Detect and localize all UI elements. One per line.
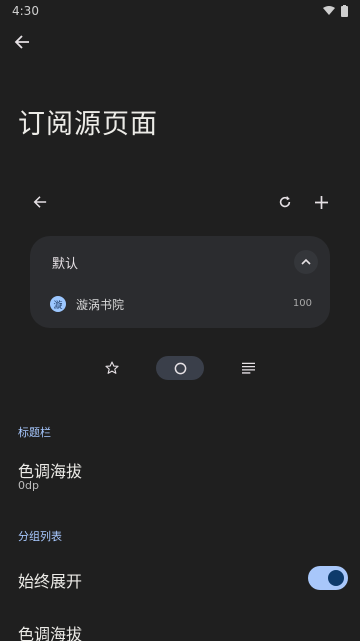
add-button[interactable] (307, 186, 335, 218)
pref-summary: 0dp (18, 479, 39, 492)
back-icon (14, 35, 29, 49)
switch-thumb (328, 570, 344, 586)
group-card: 默认 漩 漩涡书院 100 (30, 236, 330, 328)
refresh-button[interactable] (271, 186, 299, 218)
page-title: 订阅源页面 (18, 109, 158, 140)
group-title: 默认 (52, 257, 79, 272)
source-count: 100 (292, 298, 312, 309)
mode-list-button[interactable] (224, 356, 272, 380)
section-header-group-list: 分组列表 (18, 530, 62, 543)
status-time: 4:30 (12, 4, 39, 18)
source-name: 漩涡书院 (76, 298, 125, 312)
wifi-icon (323, 6, 335, 15)
back-button[interactable] (8, 28, 36, 56)
collapse-button[interactable] (294, 250, 318, 274)
status-bar: 4:30 (0, 0, 360, 22)
always-expand-switch[interactable] (308, 566, 348, 590)
pref-title: 色调海拔 (18, 625, 83, 641)
status-icons (323, 5, 348, 17)
battery-icon (341, 5, 348, 17)
back-icon (33, 196, 47, 208)
list-icon (241, 362, 255, 374)
section-header-title-bar: 标题栏 (18, 426, 51, 439)
add-icon (314, 195, 328, 209)
mode-selector (88, 354, 272, 382)
star-icon (105, 361, 119, 374)
refresh-icon (279, 195, 291, 208)
mode-star-button[interactable] (88, 356, 136, 380)
preview-toolbar (26, 186, 336, 218)
chevron-up-icon (301, 258, 311, 265)
source-item[interactable]: 漩 漩涡书院 100 (50, 294, 312, 314)
circle-icon (174, 362, 186, 374)
source-avatar: 漩 (50, 296, 66, 312)
pref-title: 始终展开 (18, 572, 83, 591)
mode-circle-button[interactable] (156, 356, 204, 380)
preview-back-button[interactable] (26, 186, 54, 218)
